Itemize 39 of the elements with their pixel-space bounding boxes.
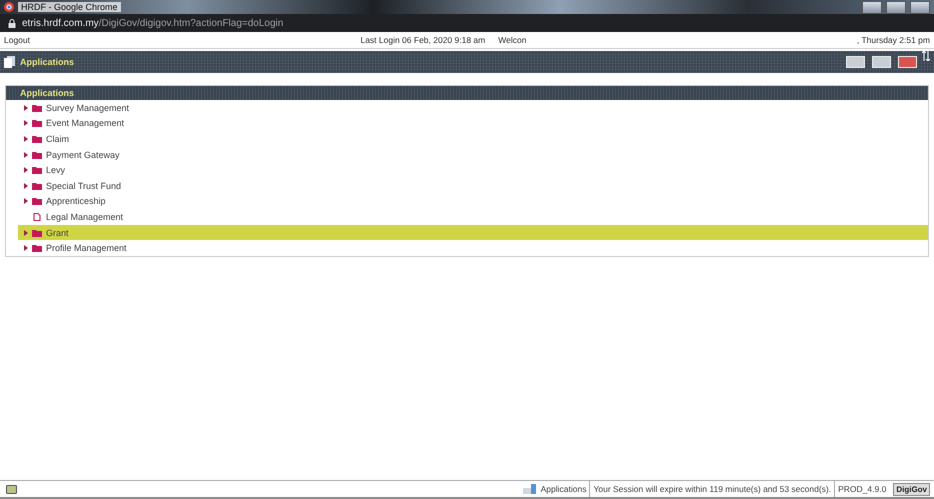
expand-icon[interactable] (24, 167, 28, 174)
module-text: Applications (540, 484, 588, 494)
tree-item[interactable]: Legal Management (6, 209, 928, 225)
date-time-text: , Thursday 2:51 pm (856, 35, 930, 45)
tree-item[interactable]: Survey Management (6, 100, 928, 116)
tree-item[interactable]: Levy (6, 162, 928, 178)
tree-item[interactable]: Apprenticeship (6, 194, 928, 210)
lock-icon (8, 18, 16, 28)
chrome-icon (4, 2, 14, 12)
window-title: HRDF - Google Chrome (18, 2, 121, 12)
expand-icon[interactable] (24, 104, 28, 111)
expand-icon[interactable] (24, 120, 28, 126)
expand-icon[interactable] (24, 182, 28, 189)
expand-icon[interactable] (24, 245, 28, 252)
maximize-button[interactable] (886, 0, 906, 14)
sort-icon[interactable] (922, 51, 930, 61)
version-text: PROD_4.9.0 (834, 481, 890, 497)
close-button[interactable] (910, 0, 930, 14)
expand-icon[interactable] (24, 230, 28, 236)
logout-link[interactable]: Logout (4, 35, 30, 45)
page-title: Applications (20, 57, 74, 67)
last-login-text: Last Login 06 Feb, 2020 9:18 am (360, 35, 486, 45)
session-text: Your Session will expire within 119 minute(s) and 53 second(s). (589, 481, 834, 497)
screen-icon[interactable] (6, 484, 17, 494)
tree-item[interactable]: Grant (18, 224, 928, 240)
tree-item[interactable]: Special Trust Fund (6, 178, 928, 194)
brand-logo: DigiGov (893, 482, 930, 496)
tree-item[interactable]: Profile Management (6, 240, 928, 256)
url-text[interactable]: etris.hrdf.com.my/DigiGov/digigov.htm?actionFlag=doLogin (22, 18, 284, 28)
expand-icon[interactable] (24, 136, 28, 142)
tree-item[interactable]: Payment Gateway (6, 146, 928, 162)
minimize-button[interactable] (862, 0, 882, 14)
expand-icon[interactable] (24, 198, 28, 204)
tree-item[interactable]: Claim (6, 131, 928, 147)
welcome-text: Welcon (498, 35, 526, 45)
expand-icon[interactable] (24, 152, 28, 158)
panel-title: Applications (20, 88, 74, 98)
document-icon (32, 212, 42, 221)
tree-item[interactable]: Event Management (6, 116, 928, 132)
